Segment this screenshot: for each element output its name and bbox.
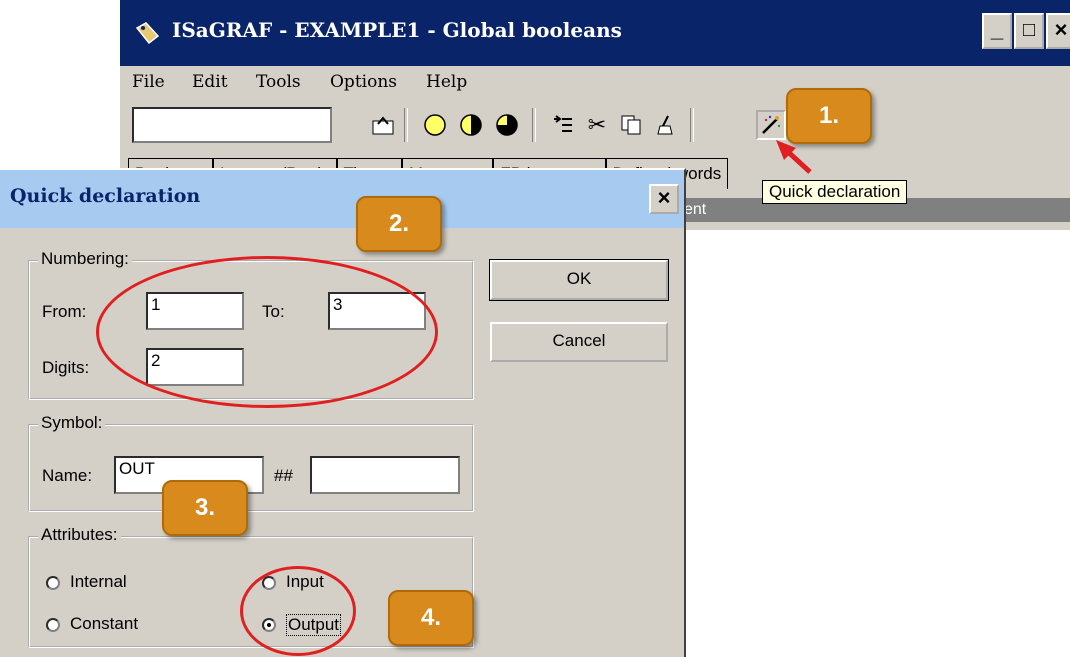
step-1-badge: 1. [786, 88, 872, 144]
step-2-badge: 2. [356, 196, 442, 252]
output-highlight-ellipse [240, 566, 356, 656]
step-3-badge: 3. [162, 480, 248, 536]
numbering-highlight-ellipse [96, 256, 438, 408]
step-4-badge: 4. [388, 590, 474, 646]
